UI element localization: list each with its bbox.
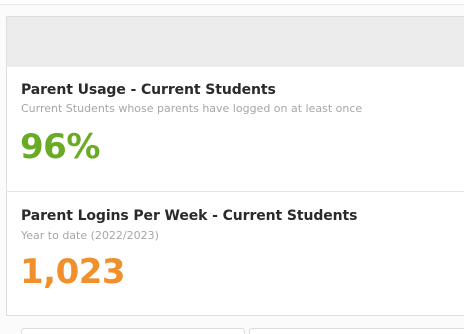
panel-header	[6, 16, 464, 68]
stat-title: Parent Logins Per Week - Current Student…	[21, 208, 358, 224]
stat-title: Parent Usage - Current Students	[21, 82, 276, 98]
stat-value: 96%	[20, 127, 100, 167]
parent-usage-stat: Parent Usage - Current Students Current …	[6, 67, 464, 192]
panel-tab-left[interactable]	[21, 328, 245, 334]
dashboard-page: Parent Usage - Current Students Current …	[0, 0, 464, 334]
panel-tab-right[interactable]	[249, 328, 464, 334]
stat-value: 1,023	[20, 252, 126, 292]
top-divider	[0, 0, 464, 5]
stat-subtitle: Year to date (2022/2023)	[21, 229, 159, 242]
parent-logins-stat: Parent Logins Per Week - Current Student…	[6, 192, 464, 315]
stat-subtitle: Current Students whose parents have logg…	[21, 102, 363, 115]
